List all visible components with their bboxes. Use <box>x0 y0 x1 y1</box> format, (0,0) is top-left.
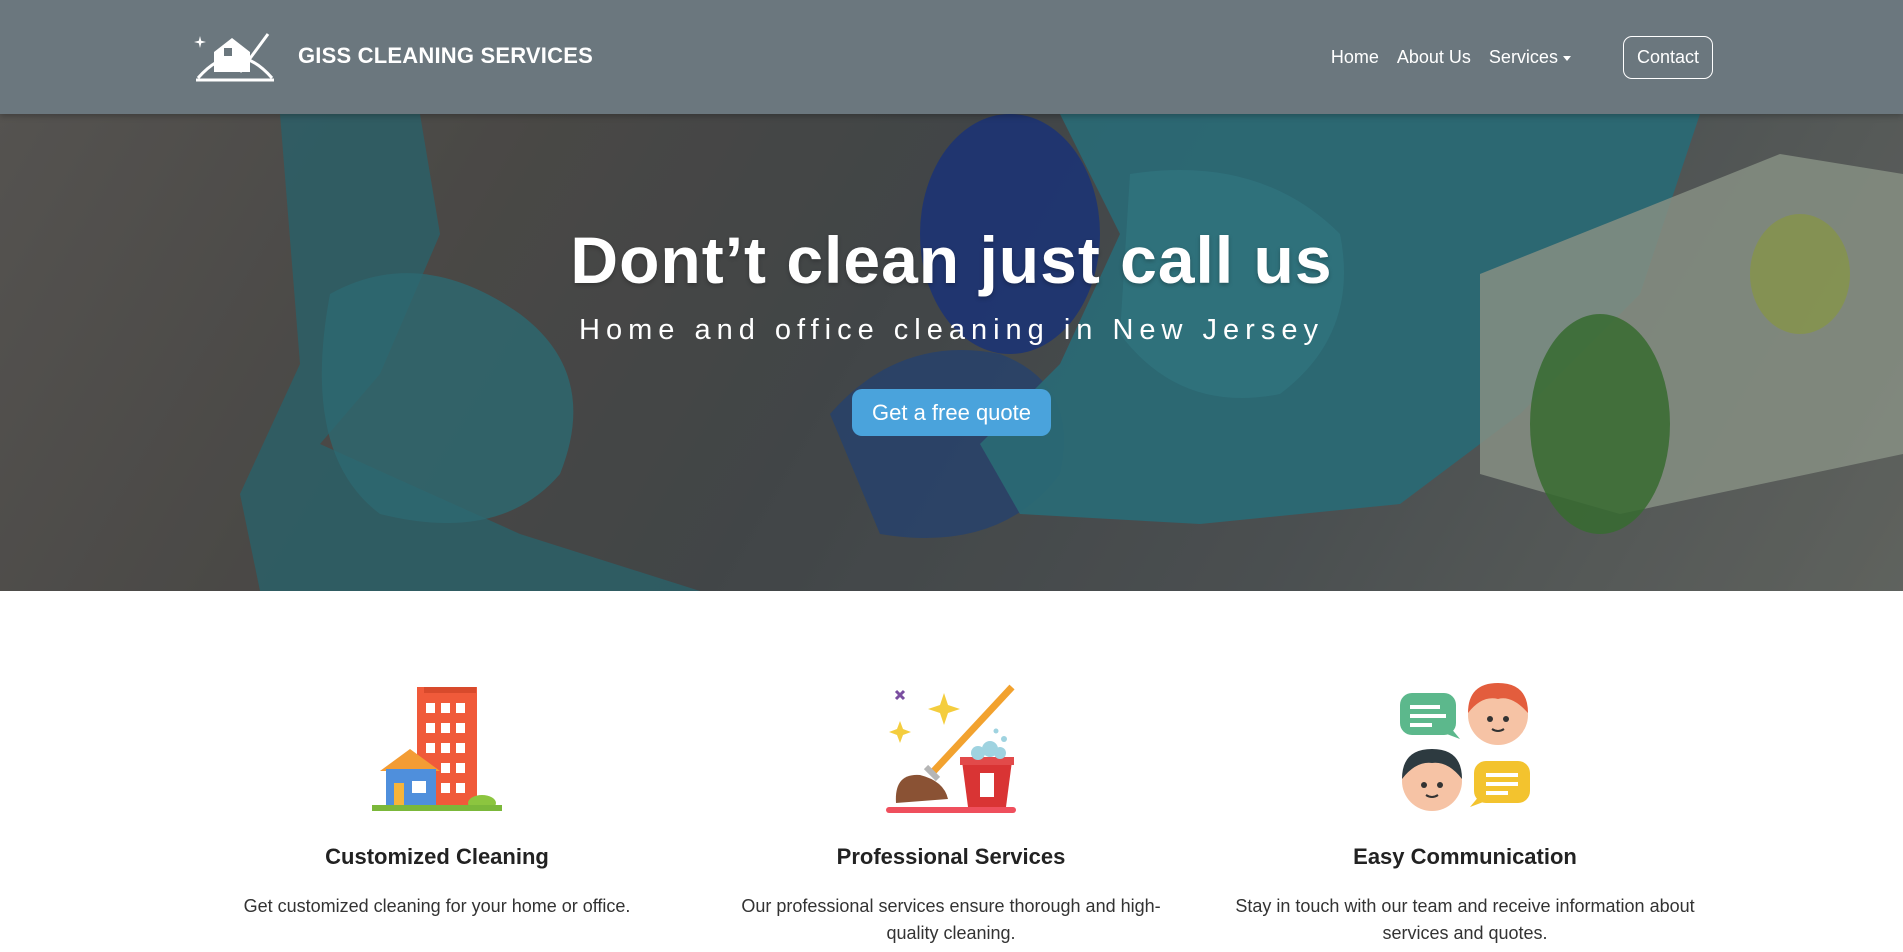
main-nav: Home About Us Services Contact <box>1331 36 1713 79</box>
features-section: Customized Cleaning Get customized clean… <box>0 591 1903 952</box>
house-logo-icon <box>194 33 274 82</box>
hero-subtitle: Home and office cleaning in New Jersey <box>579 314 1324 346</box>
hero-section: Dont’t clean just call us Home and offic… <box>0 114 1903 591</box>
brand-name: GISS CLEANING SERVICES <box>298 43 593 68</box>
building-house-icon <box>372 687 502 811</box>
feature-text: Stay in touch with our team and receive … <box>1235 896 1695 943</box>
caret-down-icon <box>1562 56 1571 61</box>
feature-title: Professional Services <box>836 844 1066 869</box>
nav-home[interactable]: Home <box>1331 47 1379 68</box>
navbar: GISS CLEANING SERVICES Home About Us Ser… <box>0 0 1903 114</box>
nav-about-us[interactable]: About Us <box>1397 47 1471 68</box>
feature-text: Get customized cleaning for your home or… <box>243 896 631 916</box>
hero-title: Dont’t clean just call us <box>570 223 1333 297</box>
nav-services-label: Services <box>1488 47 1558 67</box>
people-chat-icon <box>1400 683 1530 811</box>
hero-content: Dont’t clean just call us Home and offic… <box>0 114 1903 591</box>
brand[interactable]: GISS CLEANING SERVICES <box>190 28 593 84</box>
feature-title: Easy Communication <box>1353 844 1577 869</box>
feature-title: Customized Cleaning <box>325 844 549 869</box>
nav-services-dropdown[interactable]: Services <box>1489 47 1571 68</box>
get-free-quote-button[interactable]: Get a free quote <box>852 389 1051 436</box>
mop-bucket-icon <box>886 684 1016 813</box>
contact-button[interactable]: Contact <box>1622 36 1713 79</box>
feature-text: Our professional services ensure thoroug… <box>741 896 1161 943</box>
